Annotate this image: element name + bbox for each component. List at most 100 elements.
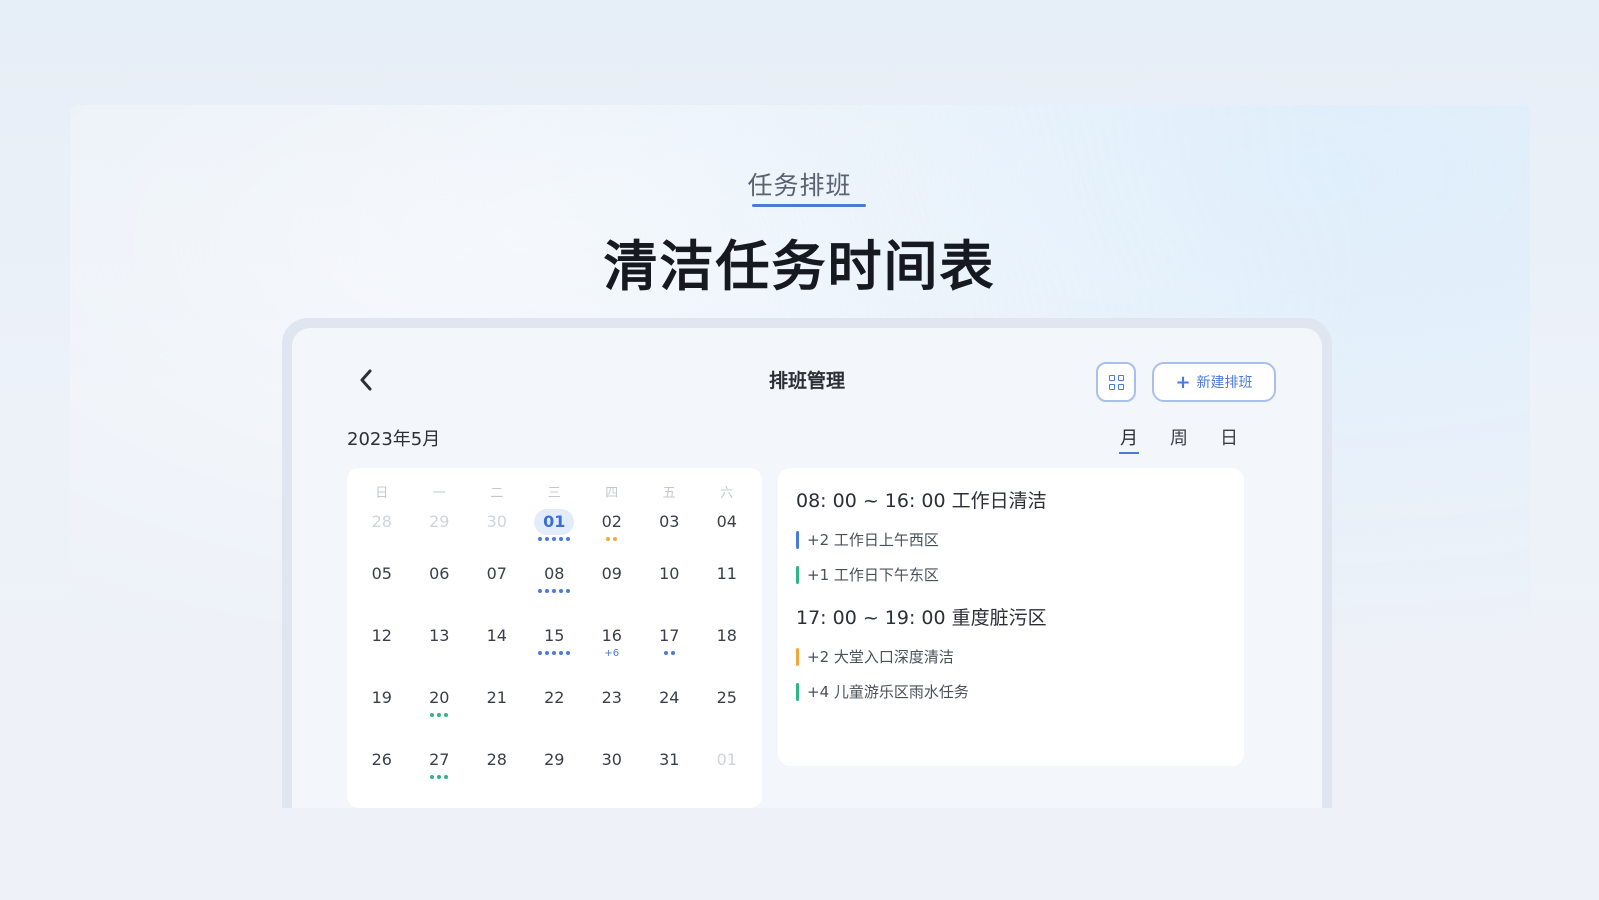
calendar-day[interactable]: 15: [526, 611, 584, 673]
calendar-day-number: 04: [716, 512, 737, 531]
event-dot: [566, 651, 571, 655]
weekday-label: 五: [662, 486, 676, 501]
calendar-day-number: 14: [486, 626, 507, 645]
calendar-day-number: 23: [601, 688, 622, 707]
calendar-day[interactable]: 16 +6: [583, 611, 641, 673]
event-dot: [538, 589, 543, 593]
event-dot: [437, 713, 442, 717]
calendar-day[interactable]: 11: [698, 549, 756, 611]
calendar-day[interactable]: 04: [698, 501, 756, 549]
task-item-label: +4 儿童游乐区雨水任务: [807, 683, 969, 701]
event-dots: [411, 713, 469, 719]
calendar-day-number: 05: [371, 564, 392, 583]
calendar-day-number: 02: [601, 512, 622, 531]
calendar-day-number: 01: [534, 509, 575, 535]
task-item[interactable]: +2 工作日上午西区: [796, 529, 1226, 550]
task-color-bar: [796, 565, 799, 584]
event-dot: [552, 651, 557, 655]
calendar-day-number: 26: [371, 750, 392, 769]
calendar-day[interactable]: 22: [526, 673, 584, 735]
event-dots: [526, 651, 584, 657]
event-dot: [444, 775, 449, 779]
calendar-grid: 28 29 30 01 02 03 04 05 06 07 08 09 10 11 12 13 14 15 16 +6…: [347, 501, 762, 797]
task-item-label: +1 工作日下午东区: [807, 566, 939, 584]
task-item[interactable]: +1 工作日下午东区: [796, 564, 1226, 585]
event-dot: [663, 651, 668, 655]
new-schedule-button[interactable]: + 新建排班: [1152, 362, 1276, 402]
calendar-day[interactable]: 01: [526, 501, 584, 549]
calendar-day[interactable]: 29: [526, 735, 584, 797]
eyebrow-underline: [752, 204, 866, 207]
calendar-day[interactable]: 23: [583, 673, 641, 735]
weekday-label: 二: [490, 486, 504, 501]
task-item-label: +2 工作日上午西区: [807, 531, 939, 549]
calendar-day[interactable]: 06: [411, 549, 469, 611]
calendar-day[interactable]: 20: [411, 673, 469, 735]
calendar-day[interactable]: 31: [641, 735, 699, 797]
calendar-day[interactable]: 10: [641, 549, 699, 611]
calendar-day[interactable]: 17: [641, 611, 699, 673]
weekday-label: 四: [605, 486, 619, 501]
calendar-day[interactable]: 18: [698, 611, 756, 673]
calendar-day[interactable]: 09: [583, 549, 641, 611]
calendar-day[interactable]: 26: [353, 735, 411, 797]
calendar-day[interactable]: 07: [468, 549, 526, 611]
calendar-day[interactable]: 28: [353, 501, 411, 549]
plus-icon: +: [1175, 371, 1191, 393]
weekday-label: 六: [720, 486, 734, 501]
task-group: 08: 00 ~ 16: 00 工作日清洁 +2 工作日上午西区 +1 工作日下午东…: [796, 486, 1226, 585]
event-dots: [583, 537, 641, 543]
calendar-day-number: 31: [659, 750, 680, 769]
tab-day[interactable]: 日: [1219, 424, 1239, 454]
event-dot: [538, 651, 543, 655]
tab-month[interactable]: 月: [1119, 424, 1139, 454]
new-schedule-label: 新建排班: [1196, 375, 1253, 391]
calendar-day[interactable]: 02: [583, 501, 641, 549]
calendar-day-number: 22: [544, 688, 565, 707]
view-tabs: 月 周 日: [1119, 424, 1239, 454]
calendar-day[interactable]: 28: [468, 735, 526, 797]
device-frame: 排班管理 + 新建排班 2023年5月 月 周 日 日一二三四五六 28 29 30…: [282, 318, 1332, 808]
calendar-day-number: 30: [486, 512, 507, 531]
calendar-day[interactable]: 27: [411, 735, 469, 797]
event-dot: [566, 589, 571, 593]
calendar-week-row: 19 20 21 22 23 24 25: [347, 673, 762, 735]
event-dot: [552, 589, 557, 593]
calendar-card: 日 一 二 三 四 五 六 28 29 30 01 02 03 04 05 06 07 08 09 10 11 12 13…: [347, 468, 762, 808]
task-item[interactable]: +2 大堂入口深度清洁: [796, 646, 1226, 667]
calendar-day[interactable]: 25: [698, 673, 756, 735]
calendar-day[interactable]: 03: [641, 501, 699, 549]
page-headline: 清洁任务时间表: [603, 235, 996, 298]
tab-week[interactable]: 周: [1169, 424, 1189, 454]
calendar-day[interactable]: 24: [641, 673, 699, 735]
calendar-day-number: 21: [486, 688, 507, 707]
section-eyebrow: 任务排班: [747, 171, 852, 200]
calendar-day-number: 07: [486, 564, 507, 583]
task-group-title: 17: 00 ~ 19: 00 重度脏污区: [796, 607, 1047, 629]
calendar-day-number: 28: [486, 750, 507, 769]
calendar-week-row: 05 06 07 08 09 10 11: [347, 549, 762, 611]
calendar-day[interactable]: 19: [353, 673, 411, 735]
calendar-day[interactable]: 30: [468, 501, 526, 549]
calendar-day[interactable]: 29: [411, 501, 469, 549]
calendar-day[interactable]: 05: [353, 549, 411, 611]
calendar-day[interactable]: 08: [526, 549, 584, 611]
event-dot: [430, 775, 435, 779]
calendar-day-number: 20: [429, 688, 450, 707]
event-dot: [538, 537, 543, 541]
calendar-day[interactable]: 01: [698, 735, 756, 797]
calendar-day[interactable]: 21: [468, 673, 526, 735]
calendar-day-number: 01: [716, 750, 737, 769]
grid-view-button[interactable]: [1096, 362, 1136, 402]
task-item[interactable]: +4 儿童游乐区雨水任务: [796, 681, 1226, 702]
calendar-day[interactable]: 13: [411, 611, 469, 673]
event-dot: [552, 537, 557, 541]
task-color-bar: [796, 647, 799, 666]
calendar-day-number: 17: [659, 626, 680, 645]
calendar-day-number: 29: [429, 512, 450, 531]
calendar-day[interactable]: 30: [583, 735, 641, 797]
event-dot: [430, 713, 435, 717]
calendar-day[interactable]: 12: [353, 611, 411, 673]
calendar-day[interactable]: 14: [468, 611, 526, 673]
calendar-week-row: 26 27 28 29 30 31 01: [347, 735, 762, 797]
